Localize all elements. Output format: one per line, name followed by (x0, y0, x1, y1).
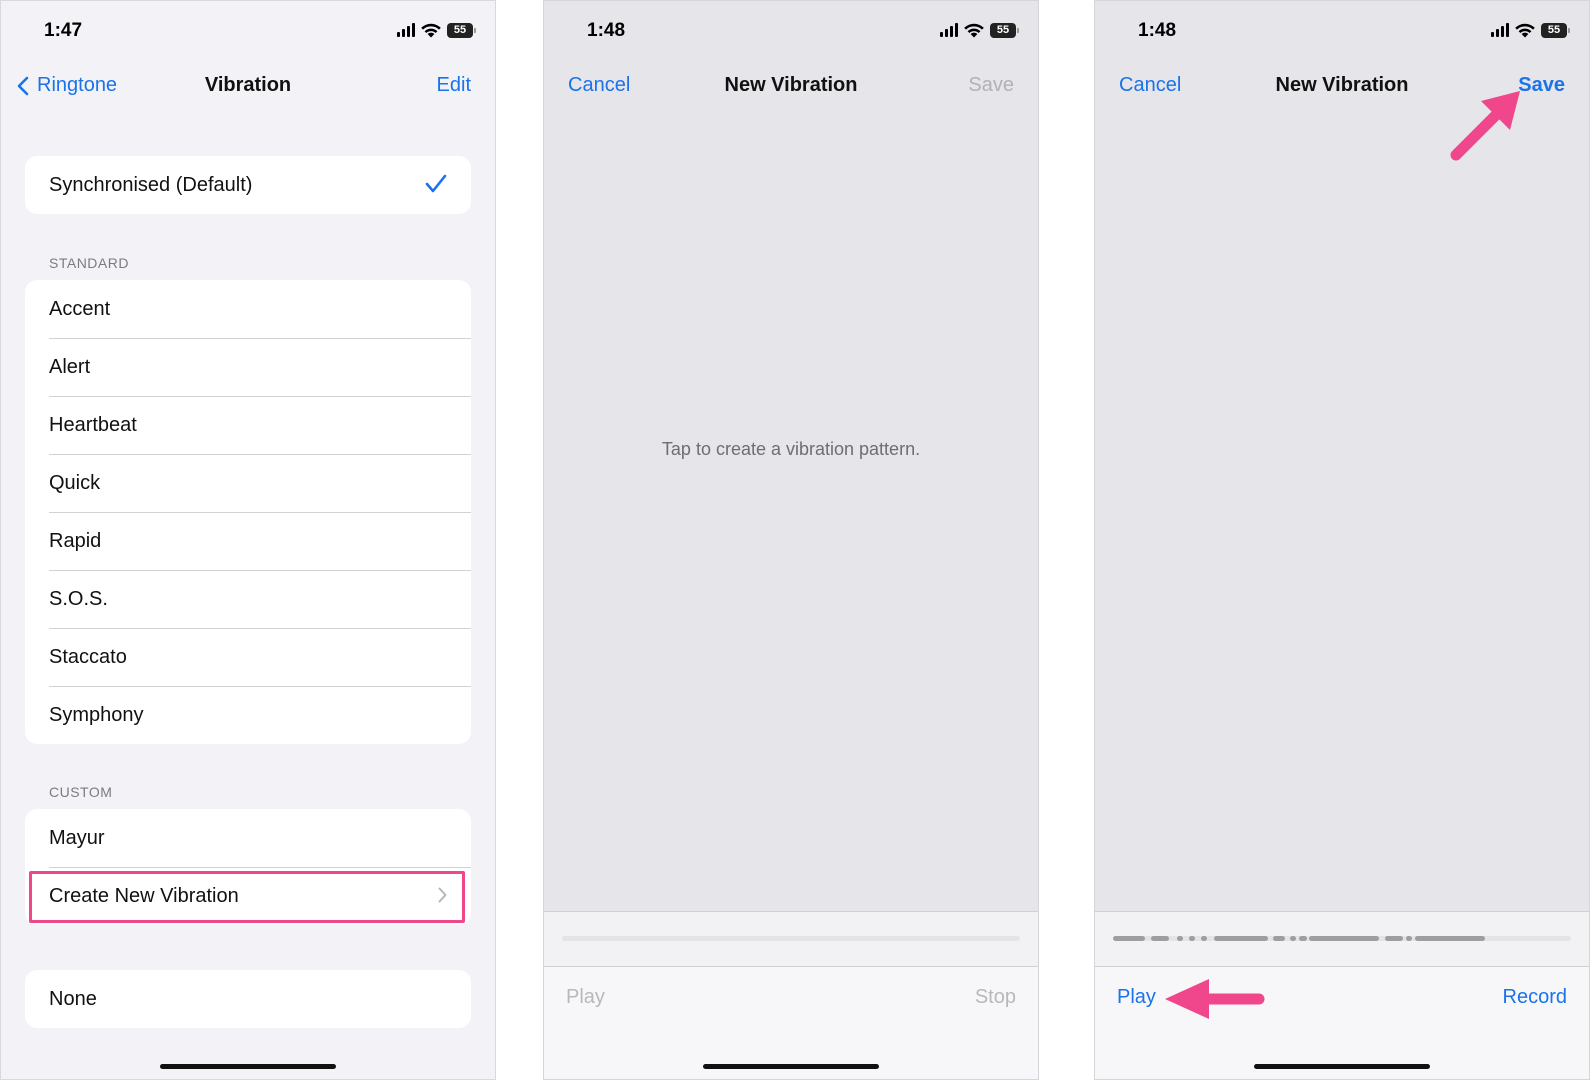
vibration-pattern-hint: Tap to create a vibration pattern. (661, 439, 921, 459)
create-new-vibration-item[interactable]: Create New Vibration (25, 867, 471, 925)
cellular-signal-icon (940, 23, 958, 37)
list-item[interactable]: Mayur (25, 809, 471, 867)
record-button[interactable]: Record (1503, 986, 1567, 1009)
battery-icon: 55 (990, 22, 1019, 38)
status-icons: 55 (397, 22, 476, 38)
custom-group: Mayur Create New Vibration (25, 809, 471, 925)
pattern-segment (1201, 936, 1207, 941)
vibration-pattern-track (1113, 936, 1571, 941)
list-item-label: Heartbeat (49, 413, 137, 436)
cellular-signal-icon (397, 23, 415, 37)
list-item-label: Symphony (49, 703, 144, 726)
pattern-segment (1151, 936, 1169, 941)
save-button[interactable]: Save (968, 74, 1014, 97)
status-icons: 55 (1491, 22, 1570, 38)
new-vibration-empty-screen: 1:48 55 Cancel New Vibration Save Tap to… (543, 0, 1039, 1080)
home-indicator (1254, 1064, 1430, 1069)
list-item-label: Synchronised (Default) (49, 173, 253, 196)
list-item-label: Alert (49, 355, 91, 378)
standard-group: Accent Alert Heartbeat Quick Rapid S.O.S… (25, 280, 471, 744)
new-vibration-recorded-screen: 1:48 55 Cancel New Vibration Save Play R… (1094, 0, 1590, 1080)
wifi-icon (1515, 23, 1535, 38)
list-item[interactable]: Heartbeat (25, 396, 471, 454)
list-item[interactable]: Rapid (25, 512, 471, 570)
pattern-segment (1415, 936, 1485, 941)
pattern-segment (1214, 936, 1268, 941)
wifi-icon (421, 23, 441, 38)
list-item-label: Quick (49, 471, 101, 494)
vibration-track (544, 911, 1038, 967)
home-indicator (703, 1064, 879, 1069)
list-item[interactable]: S.O.S. (25, 570, 471, 628)
cellular-signal-icon (1491, 23, 1509, 37)
pattern-segment (1406, 936, 1412, 941)
chevron-left-icon (17, 76, 29, 95)
vibration-screen: 1:47 55 Ringtone Vibration Edit Synchron… (0, 0, 496, 1080)
wifi-icon (964, 23, 984, 38)
list-item-label: Accent (49, 297, 111, 320)
section-header-custom: CUSTOM (49, 784, 113, 800)
list-item[interactable]: Staccato (25, 628, 471, 686)
status-time: 1:48 (1138, 20, 1177, 41)
list-item[interactable]: Symphony (25, 686, 471, 744)
list-item[interactable]: Alert (25, 338, 471, 396)
list-item-default[interactable]: Synchronised (Default) (25, 156, 471, 214)
pattern-segment (1290, 936, 1296, 941)
list-item-label: S.O.S. (49, 587, 108, 610)
checkmark-icon (425, 174, 447, 193)
list-item-label: Staccato (49, 645, 127, 668)
list-item-none[interactable]: None (25, 970, 471, 1028)
play-button[interactable]: Play (566, 986, 605, 1009)
nav-bar: Ringtone Vibration Edit (1, 69, 495, 105)
edit-button[interactable]: Edit (437, 74, 471, 97)
section-header-standard: STANDARD (49, 255, 129, 271)
pattern-segment (1113, 936, 1145, 941)
pattern-segment (1273, 936, 1285, 941)
chevron-right-icon (438, 887, 447, 903)
cancel-button[interactable]: Cancel (1119, 74, 1181, 97)
status-icons: 55 (940, 22, 1019, 38)
home-indicator (160, 1064, 336, 1069)
play-button[interactable]: Play (1117, 986, 1156, 1009)
list-item-label: Create New Vibration (49, 884, 239, 907)
nav-bar: Cancel New Vibration Save (1095, 69, 1589, 105)
list-item[interactable]: Quick (25, 454, 471, 512)
status-time: 1:48 (587, 20, 626, 41)
pattern-segment (1299, 936, 1307, 941)
pattern-segment (1309, 936, 1379, 941)
vibration-track-line (562, 936, 1020, 941)
battery-icon: 55 (447, 22, 476, 38)
none-group: None (25, 970, 471, 1028)
list-item-label: None (49, 987, 97, 1010)
battery-icon: 55 (1541, 22, 1570, 38)
stop-button[interactable]: Stop (975, 986, 1016, 1009)
list-item-label: Rapid (49, 529, 102, 552)
pattern-segment (1189, 936, 1195, 941)
nav-bar: Cancel New Vibration Save (544, 69, 1038, 105)
list-item[interactable]: Accent (25, 280, 471, 338)
cancel-button[interactable]: Cancel (568, 74, 630, 97)
pattern-segment (1385, 936, 1403, 941)
back-button-label: Ringtone (37, 74, 118, 96)
vibration-track (1095, 911, 1589, 967)
list-item-label: Mayur (49, 826, 105, 849)
save-button[interactable]: Save (1518, 74, 1565, 97)
back-button[interactable]: Ringtone (17, 74, 117, 97)
pattern-segment (1177, 936, 1183, 941)
status-time: 1:47 (44, 20, 83, 41)
default-group: Synchronised (Default) (25, 156, 471, 214)
